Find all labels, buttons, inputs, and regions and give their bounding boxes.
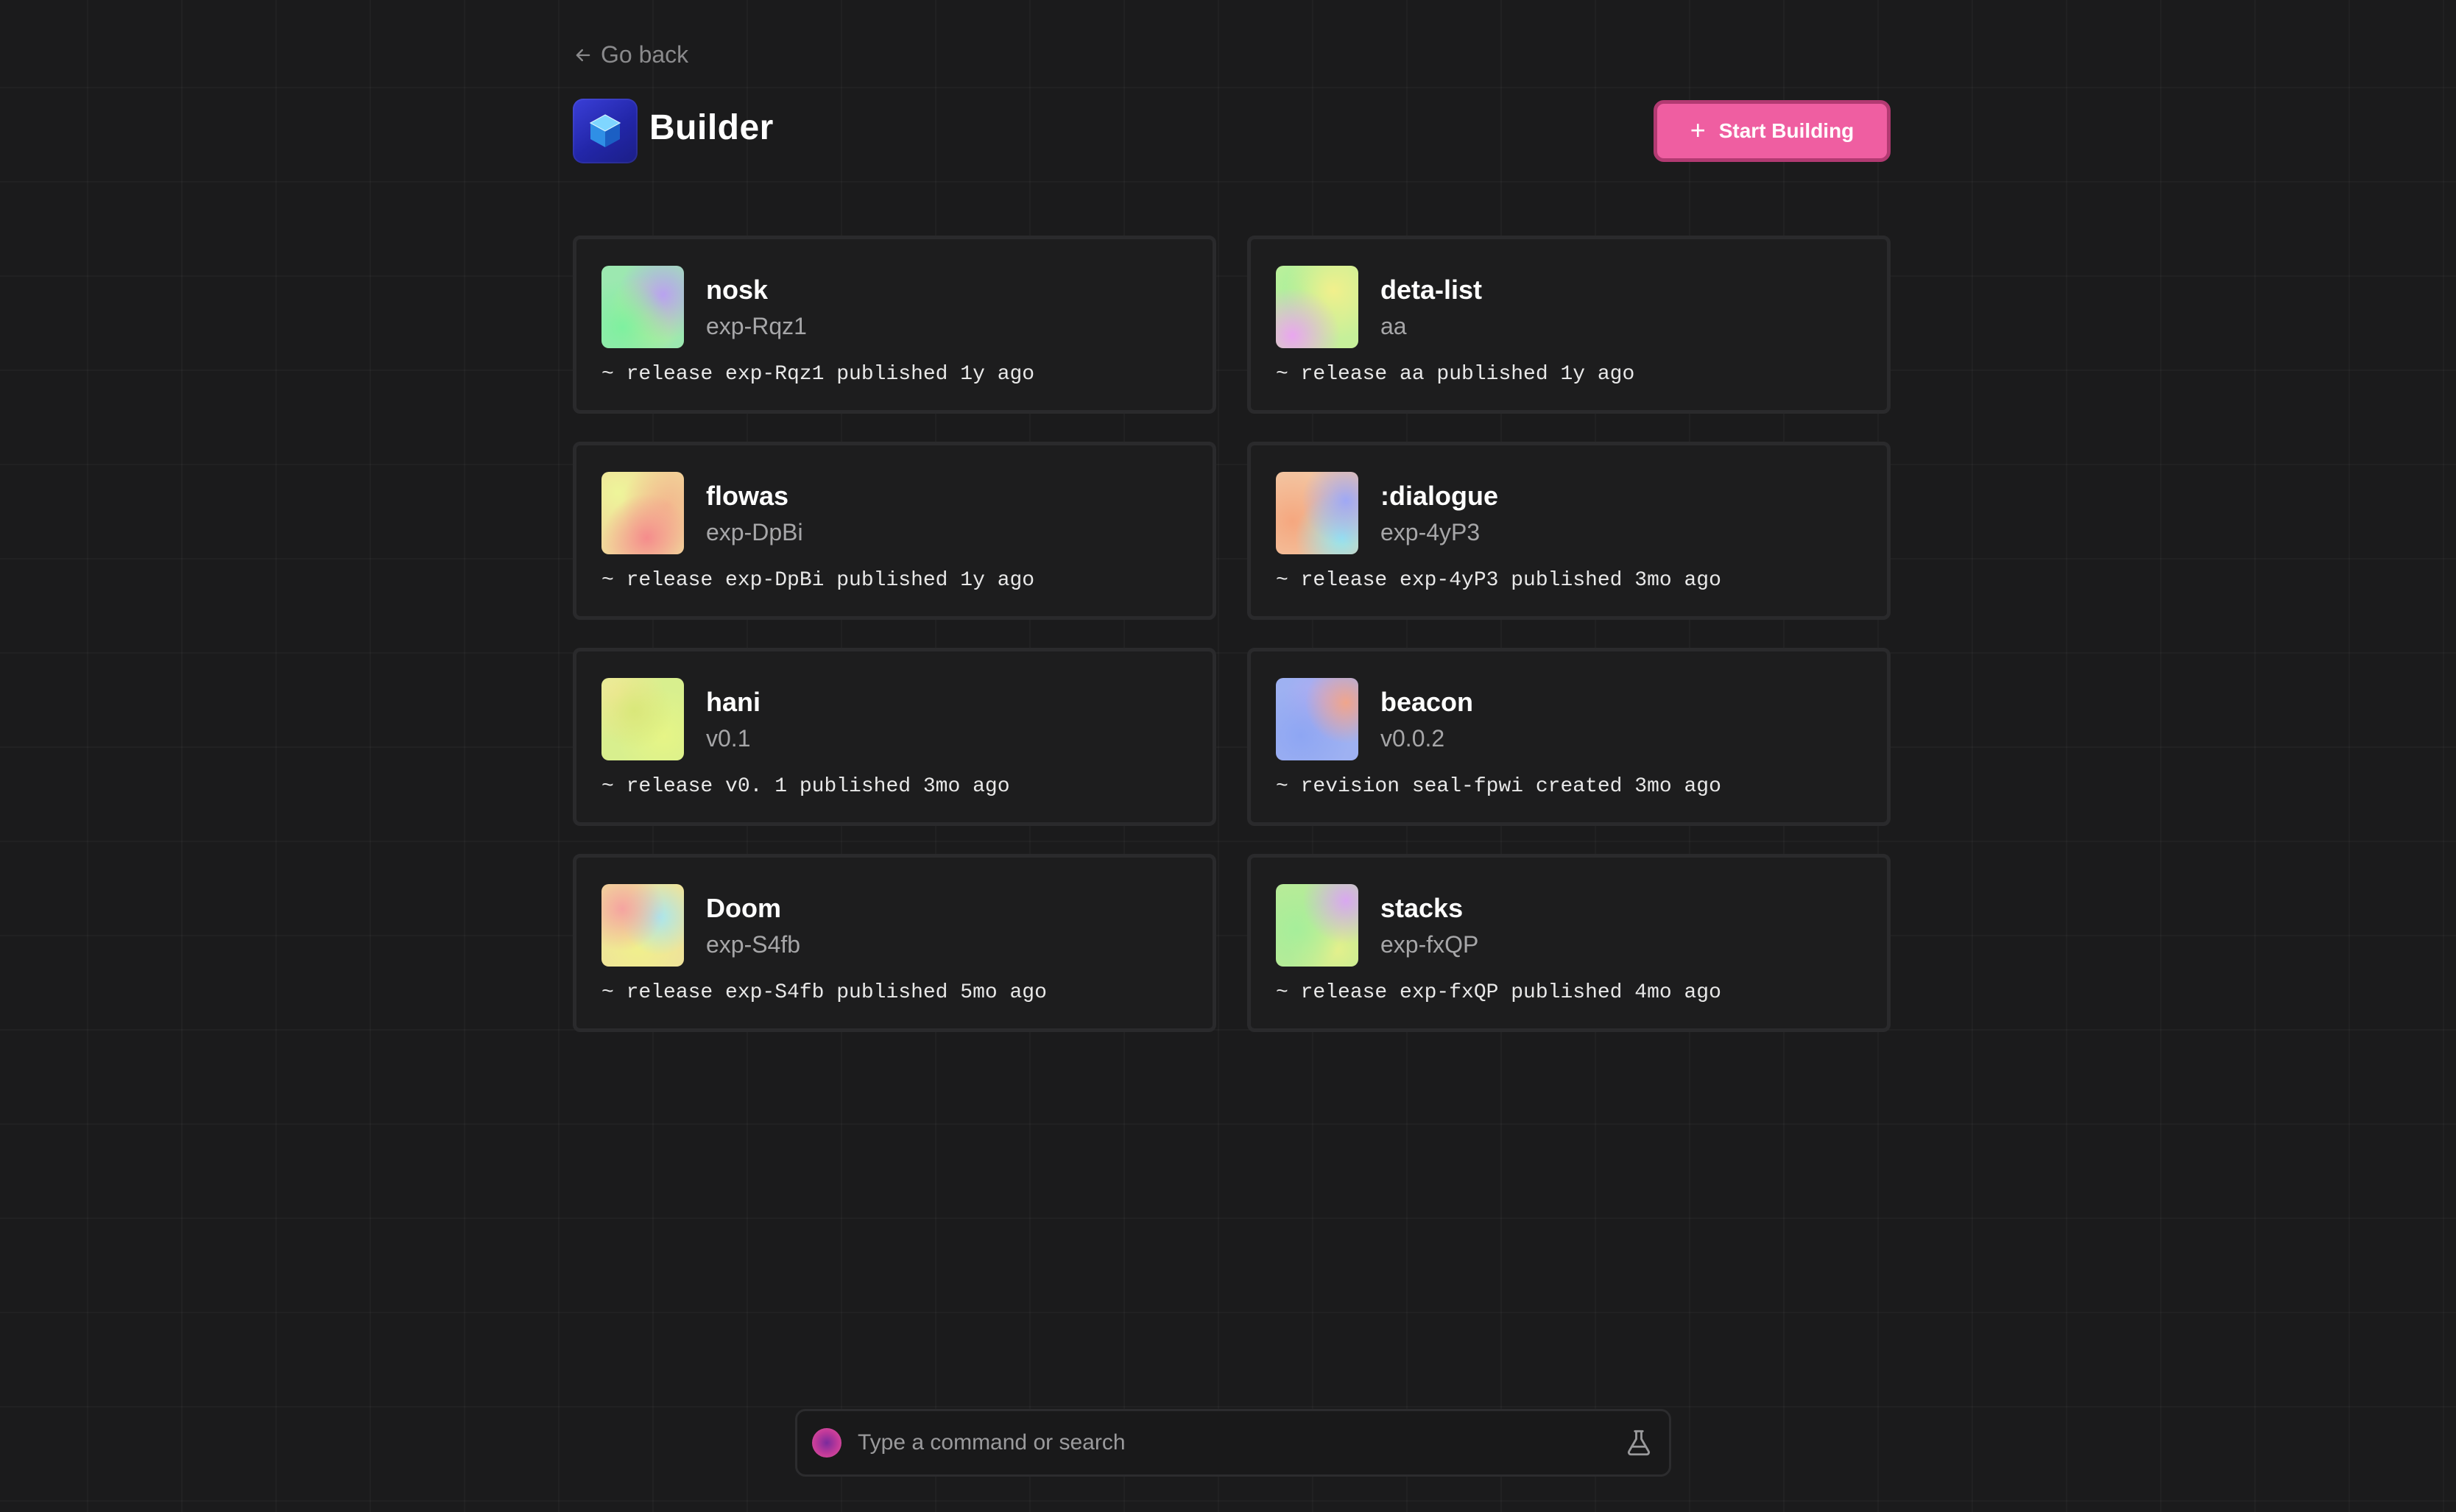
project-activity: ~ release aa published 1y ago bbox=[1276, 363, 1635, 386]
project-card[interactable]: beacon v0.0.2 ~ revision seal-fpwi creat… bbox=[1247, 648, 1891, 826]
project-card[interactable]: :dialogue exp-4yP3 ~ release exp-4yP3 pu… bbox=[1247, 442, 1891, 620]
project-activity: ~ release v0. 1 published 3mo ago bbox=[601, 775, 1010, 798]
project-thumbnail bbox=[601, 678, 684, 760]
project-card[interactable]: flowas exp-DpBi ~ release exp-DpBi publi… bbox=[573, 442, 1216, 620]
go-back-label: Go back bbox=[601, 41, 689, 68]
project-thumbnail bbox=[1276, 472, 1358, 554]
project-activity: ~ release exp-4yP3 published 3mo ago bbox=[1276, 569, 1721, 592]
plus-icon: + bbox=[1690, 115, 1706, 145]
go-back-link[interactable]: Go back bbox=[573, 41, 688, 68]
arrow-left-icon bbox=[576, 49, 590, 61]
cube-icon bbox=[589, 114, 621, 147]
project-card[interactable]: Doom exp-S4fb ~ release exp-S4fb publish… bbox=[573, 854, 1216, 1032]
start-building-label: Start Building bbox=[1718, 119, 1855, 142]
project-name: stacks bbox=[1380, 893, 1464, 923]
project-thumbnail bbox=[1276, 678, 1358, 760]
project-thumbnail bbox=[1276, 266, 1358, 348]
project-name: :dialogue bbox=[1380, 481, 1498, 511]
start-building-button[interactable]: + Start Building bbox=[1654, 100, 1891, 162]
project-version: exp-fxQP bbox=[1380, 931, 1479, 958]
project-name: nosk bbox=[706, 275, 769, 305]
project-thumbnail bbox=[1276, 884, 1358, 967]
project-name: flowas bbox=[706, 481, 789, 511]
project-thumbnail bbox=[601, 472, 684, 554]
project-version: exp-DpBi bbox=[706, 519, 803, 545]
project-version: exp-4yP3 bbox=[1380, 519, 1481, 545]
project-grid: nosk exp-Rqz1 ~ release exp-Rqz1 publish… bbox=[573, 236, 1891, 1032]
project-activity: ~ revision seal-fpwi created 3mo ago bbox=[1276, 775, 1721, 798]
project-activity: ~ release exp-S4fb published 5mo ago bbox=[601, 981, 1047, 1004]
project-activity: ~ release exp-DpBi published 1y ago bbox=[601, 569, 1035, 592]
command-bar bbox=[795, 1409, 1671, 1477]
app-logo bbox=[573, 99, 638, 163]
project-card[interactable]: stacks exp-fxQP ~ release exp-fxQP publi… bbox=[1247, 854, 1891, 1032]
orb-icon[interactable] bbox=[812, 1428, 841, 1458]
flask-icon[interactable] bbox=[1623, 1427, 1654, 1458]
project-name: deta-list bbox=[1380, 275, 1483, 305]
project-version: v0.0.2 bbox=[1380, 725, 1445, 752]
project-name: Doom bbox=[706, 893, 781, 923]
project-thumbnail bbox=[601, 266, 684, 348]
project-name: beacon bbox=[1380, 687, 1474, 717]
project-card[interactable]: nosk exp-Rqz1 ~ release exp-Rqz1 publish… bbox=[573, 236, 1216, 414]
project-version: aa bbox=[1380, 313, 1407, 339]
project-thumbnail bbox=[601, 884, 684, 967]
project-activity: ~ release exp-fxQP published 4mo ago bbox=[1276, 981, 1721, 1004]
project-activity: ~ release exp-Rqz1 published 1y ago bbox=[601, 363, 1035, 386]
command-search-input[interactable] bbox=[856, 1430, 1623, 1456]
project-name: hani bbox=[706, 687, 761, 717]
page-header: Builder + Start Building bbox=[573, 97, 1891, 165]
project-version: exp-Rqz1 bbox=[706, 313, 807, 339]
project-version: exp-S4fb bbox=[706, 931, 801, 958]
project-version: v0.1 bbox=[706, 725, 751, 752]
page-title: Builder bbox=[649, 108, 774, 147]
project-card[interactable]: hani v0.1 ~ release v0. 1 published 3mo … bbox=[573, 648, 1216, 826]
project-card[interactable]: deta-list aa ~ release aa published 1y a… bbox=[1247, 236, 1891, 414]
